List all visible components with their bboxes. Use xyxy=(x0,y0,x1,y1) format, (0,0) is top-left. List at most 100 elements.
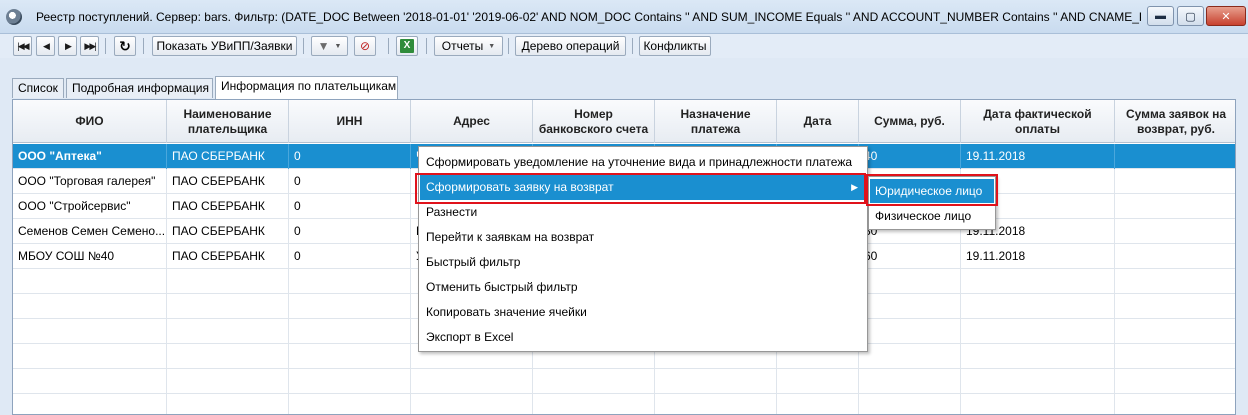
cell-refund-sum xyxy=(1115,319,1235,344)
submenu-item-individual[interactable]: Физическое лицо xyxy=(870,204,994,228)
menu-item-cancel-quick-filter[interactable]: Отменить быстрый фильтр xyxy=(420,275,866,300)
toolbar-separator xyxy=(143,38,144,54)
close-icon: ✕ xyxy=(1221,10,1231,23)
title-bar: Реестр поступлений. Сервер: bars. Фильтр… xyxy=(0,0,1248,34)
tab-payer-info[interactable]: Информация по плательщикам xyxy=(215,76,398,99)
toolbar-separator xyxy=(105,38,106,54)
next-record-button[interactable]: ▶ xyxy=(58,36,77,56)
column-header-payer-name[interactable]: Наименование плательщика xyxy=(167,100,289,143)
cell-fio xyxy=(13,344,167,369)
cell-inn[interactable]: 0 xyxy=(289,169,411,194)
column-header-payment-purpose[interactable]: Назначение платежа xyxy=(655,100,777,143)
column-header-fio[interactable]: ФИО xyxy=(13,100,167,143)
menu-item-create-refund-request[interactable]: Сформировать заявку на возврат ▶ xyxy=(420,175,866,200)
column-header-refund-sum[interactable]: Сумма заявок на возврат, руб. xyxy=(1115,100,1235,143)
menu-item-label: Быстрый фильтр xyxy=(426,255,521,269)
next-record-icon: ▶ xyxy=(65,40,72,51)
cell-refund-sum xyxy=(1115,369,1235,394)
cell-actual-pay-date xyxy=(961,319,1115,344)
menu-item-label: Перейти к заявкам на возврат xyxy=(426,230,595,244)
column-header-address[interactable]: Адрес xyxy=(411,100,533,143)
cell-fio[interactable]: Семенов Семен Семено... xyxy=(13,219,167,244)
excel-export-button[interactable]: X xyxy=(396,36,418,56)
cell-payer-name xyxy=(167,369,289,394)
cell-sum xyxy=(859,344,961,369)
cell-actual-pay-date[interactable]: 19.11.2018 xyxy=(961,244,1115,269)
menu-item-go-to-refund-requests[interactable]: Перейти к заявкам на возврат xyxy=(420,225,866,250)
refund-submenu: Юридическое лицо Физическое лицо xyxy=(868,176,996,230)
cell-fio[interactable]: МБОУ СОШ №40 xyxy=(13,244,167,269)
column-header-date[interactable]: Дата xyxy=(777,100,859,143)
cell-date xyxy=(777,394,859,414)
clear-filter-icon: ⊘ xyxy=(359,39,371,53)
cell-inn[interactable]: 0 xyxy=(289,219,411,244)
maximize-icon: ▢ xyxy=(1185,10,1196,23)
cell-payer-name[interactable]: ПАО СБЕРБАНК xyxy=(167,244,289,269)
refresh-icon: ↻ xyxy=(119,37,131,54)
conflicts-button[interactable]: Конфликты xyxy=(639,36,711,56)
reports-dropdown-button[interactable]: Отчеты ▼ xyxy=(434,36,503,56)
cell-address xyxy=(411,369,533,394)
cell-refund-sum xyxy=(1115,294,1235,319)
cell-sum xyxy=(859,369,961,394)
column-header-account-number[interactable]: Номер банковского счета xyxy=(533,100,655,143)
close-button[interactable]: ✕ xyxy=(1206,6,1246,26)
menu-item-clarification-notice[interactable]: Сформировать уведомление на уточнение ви… xyxy=(420,150,866,175)
cell-refund-sum[interactable] xyxy=(1115,219,1235,244)
cell-refund-sum[interactable] xyxy=(1115,244,1235,269)
cell-payer-name[interactable]: ПАО СБЕРБАНК xyxy=(167,169,289,194)
show-uvipp-button[interactable]: Показать УВиПП/Заявки xyxy=(152,36,297,56)
menu-item-distribute[interactable]: Разнести xyxy=(420,200,866,225)
refresh-button[interactable]: ↻ xyxy=(114,36,136,56)
cell-sum xyxy=(859,319,961,344)
cell-payer-name xyxy=(167,344,289,369)
menu-item-quick-filter[interactable]: Быстрый фильтр xyxy=(420,250,866,275)
cell-fio[interactable]: ООО "Стройсервис" xyxy=(13,194,167,219)
chevron-down-icon: ▼ xyxy=(334,42,342,50)
cell-refund-sum[interactable] xyxy=(1115,169,1235,194)
tab-label: Список xyxy=(18,81,58,95)
menu-item-label: Экспорт в Excel xyxy=(426,330,514,344)
cell-inn xyxy=(289,369,411,394)
show-uvipp-label: Показать УВиПП/Заявки xyxy=(156,39,293,53)
cell-date xyxy=(777,369,859,394)
submenu-item-legal-entity[interactable]: Юридическое лицо xyxy=(870,179,994,203)
first-record-icon: |◀◀ xyxy=(17,40,29,51)
previous-record-icon: ◀ xyxy=(43,40,50,51)
cell-payer-name xyxy=(167,294,289,319)
cell-refund-sum[interactable] xyxy=(1115,194,1235,219)
column-header-actual-pay-date[interactable]: Дата фактической оплаты xyxy=(961,100,1115,143)
cell-inn xyxy=(289,344,411,369)
tab-detailed-info[interactable]: Подробная информация xyxy=(66,78,213,98)
column-header-sum[interactable]: Сумма, руб. xyxy=(859,100,961,143)
maximize-button[interactable]: ▢ xyxy=(1177,6,1204,26)
menu-item-copy-cell-value[interactable]: Копировать значение ячейки xyxy=(420,300,866,325)
last-record-button[interactable]: ▶▶| xyxy=(80,36,99,56)
cell-fio xyxy=(13,319,167,344)
cell-inn xyxy=(289,394,411,414)
toolbar-separator xyxy=(388,38,389,54)
operations-tree-button[interactable]: Дерево операций xyxy=(515,36,626,56)
cell-payer-name[interactable]: ПАО СБЕРБАНК xyxy=(167,194,289,219)
cell-inn[interactable]: 0 xyxy=(289,244,411,269)
cell-fio[interactable]: ООО "Торговая галерея" xyxy=(13,169,167,194)
clear-filter-button[interactable]: ⊘ xyxy=(354,36,376,56)
cell-sum[interactable]: 40 xyxy=(859,144,961,169)
menu-item-export-excel[interactable]: Экспорт в Excel xyxy=(420,325,866,350)
filter-dropdown-button[interactable]: ▼ ▼ xyxy=(311,36,348,56)
cell-inn[interactable]: 0 xyxy=(289,144,411,169)
column-header-inn[interactable]: ИНН xyxy=(289,100,411,143)
cell-fio[interactable]: ООО "Аптека" xyxy=(13,144,167,169)
first-record-button[interactable]: |◀◀ xyxy=(13,36,32,56)
previous-record-button[interactable]: ◀ xyxy=(36,36,55,56)
minimize-button[interactable]: ▬ xyxy=(1147,6,1174,26)
tab-list[interactable]: Список xyxy=(12,78,64,98)
cell-sum[interactable]: 60 xyxy=(859,244,961,269)
cell-payer-name[interactable]: ПАО СБЕРБАНК xyxy=(167,144,289,169)
cell-actual-pay-date[interactable]: 19.11.2018 xyxy=(961,144,1115,169)
cell-account-number xyxy=(533,369,655,394)
cell-payer-name xyxy=(167,269,289,294)
cell-refund-sum[interactable] xyxy=(1115,144,1235,169)
cell-inn[interactable]: 0 xyxy=(289,194,411,219)
cell-payer-name[interactable]: ПАО СБЕРБАНК xyxy=(167,219,289,244)
